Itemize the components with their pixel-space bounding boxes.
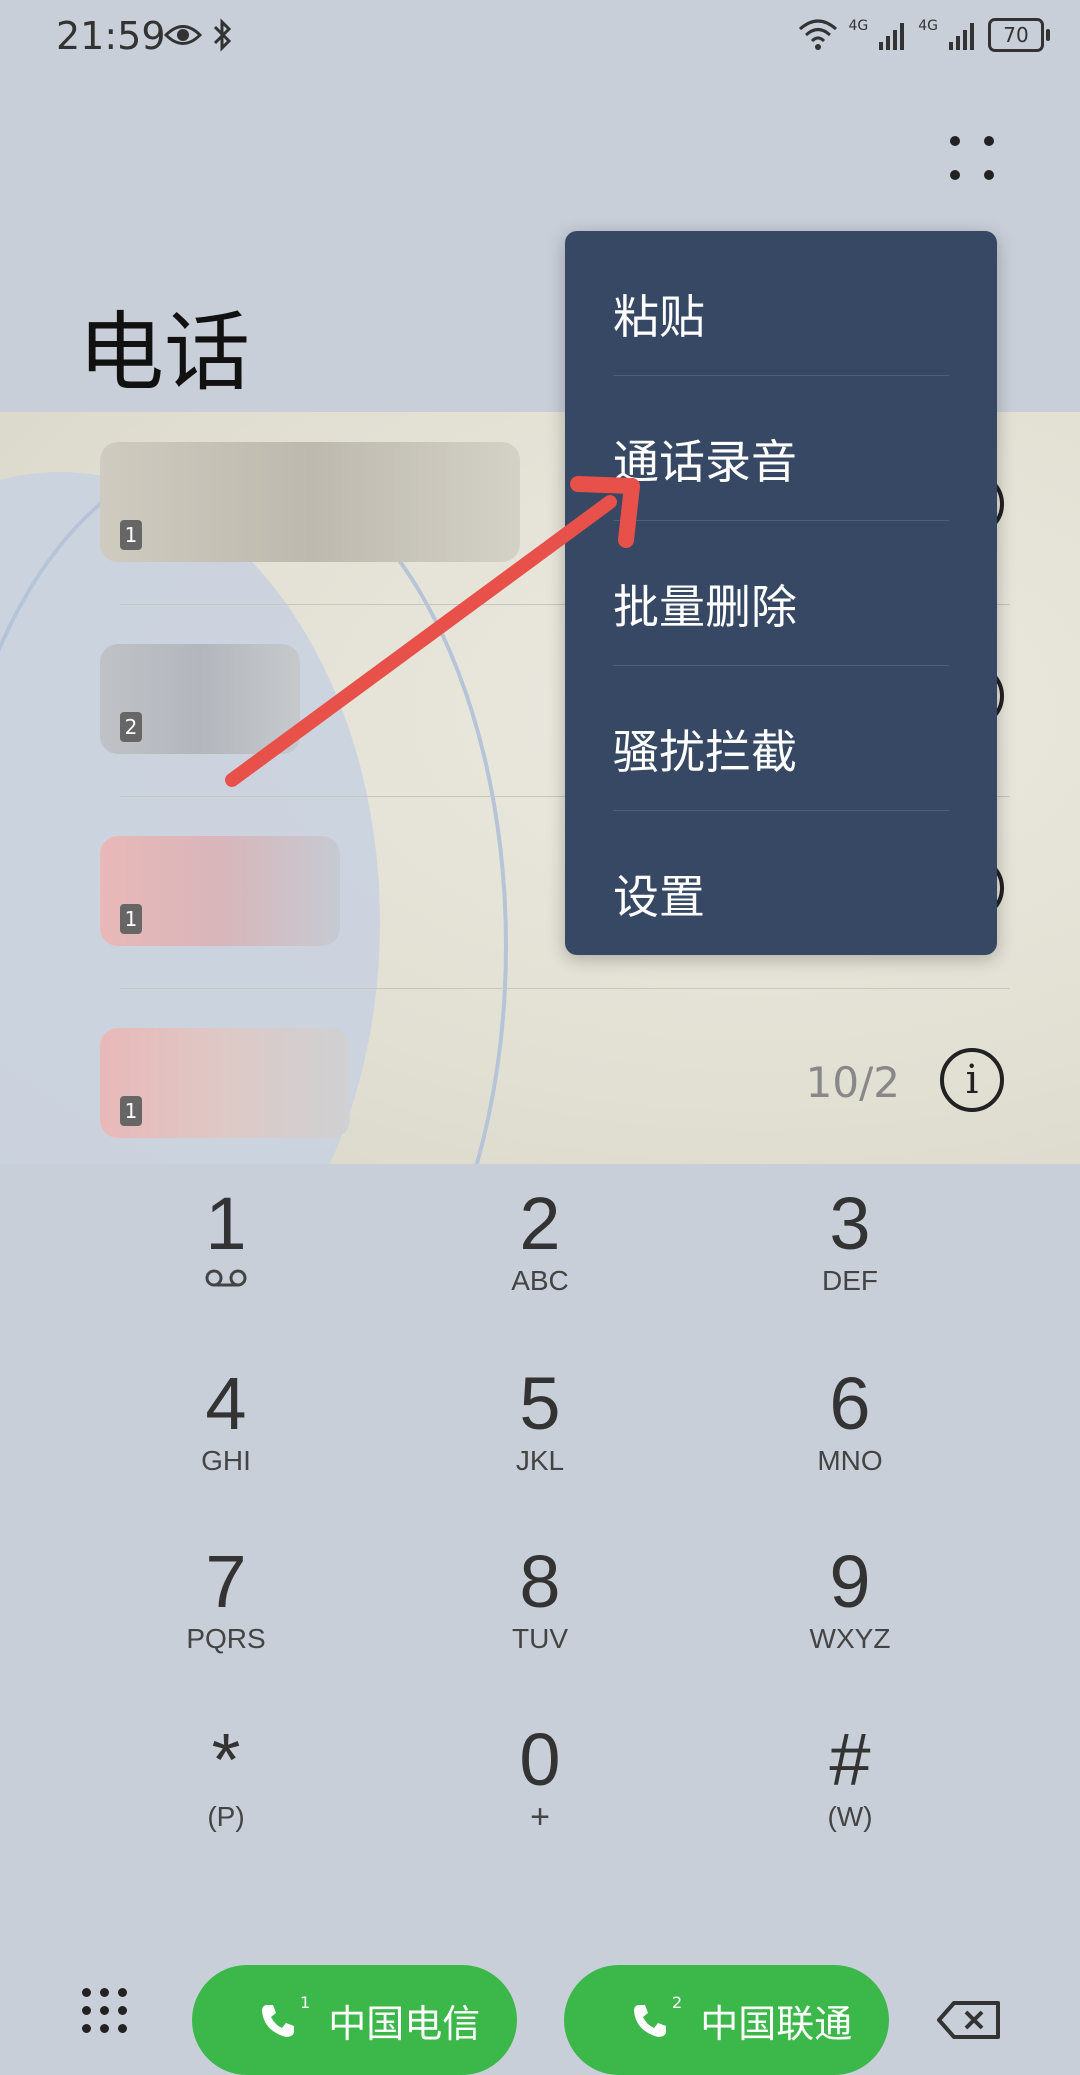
- key-0[interactable]: 0 +: [390, 1700, 690, 1870]
- call-sim2-button[interactable]: 2 中国联通: [564, 1965, 889, 2075]
- call-sub: 1: [120, 904, 142, 934]
- call-log-row[interactable]: 1 10/2: [100, 988, 1010, 1164]
- key-star[interactable]: * (P): [76, 1700, 376, 1870]
- key-6[interactable]: 6 MNO: [700, 1344, 1000, 1514]
- more-dot: [950, 170, 960, 180]
- key-letters: JKL: [515, 1445, 565, 1476]
- menu-item-label: 通话录音: [613, 435, 797, 489]
- network-type-2: 4G: [918, 18, 938, 34]
- call-sim1-content: 1 中国电信: [258, 1993, 480, 2048]
- call-info-icon[interactable]: i: [940, 1048, 1004, 1112]
- key-digit: 1: [205, 1182, 247, 1265]
- status-bar: 21:59 4G 4G 70: [0, 0, 1080, 80]
- call-sub: 1: [120, 1096, 142, 1126]
- dialpad-toggle-icon[interactable]: [82, 1988, 136, 2042]
- call-sim1-button[interactable]: 1 中国电信: [192, 1965, 517, 2075]
- dialpad: 1 2 ABC 3 DEF 4 GHI 5 JKL 6 MNO 7 PQRS 8…: [0, 1164, 1080, 1924]
- redacted-contact: [100, 442, 520, 562]
- menu-item-batch-delete[interactable]: 批量删除: [613, 521, 949, 665]
- key-digit: 3: [829, 1182, 871, 1265]
- menu-item-label: 骚扰拦截: [613, 725, 797, 779]
- battery-icon: 70: [988, 18, 1050, 52]
- backspace-icon[interactable]: [936, 2000, 1002, 2040]
- key-letters: (W): [827, 1801, 873, 1832]
- menu-item-call-recording[interactable]: 通话录音: [613, 376, 949, 520]
- key-digit: 0: [519, 1718, 561, 1801]
- eye-icon: [164, 25, 202, 45]
- page-title: 电话: [78, 303, 250, 403]
- key-letters: ABC: [511, 1265, 569, 1296]
- status-time: 21:59: [56, 14, 166, 58]
- key-5[interactable]: 5 JKL: [390, 1344, 690, 1514]
- key-8[interactable]: 8 TUV: [390, 1522, 690, 1692]
- key-4[interactable]: 4 GHI: [76, 1344, 376, 1514]
- menu-item-spam-block[interactable]: 骚扰拦截: [613, 666, 949, 810]
- call-sim2-label: 中国联通: [700, 2002, 853, 2046]
- menu-item-label: 粘贴: [613, 290, 705, 344]
- key-letters: TUV: [512, 1623, 568, 1654]
- battery-level: 70: [1003, 23, 1029, 47]
- sim-badge: 2: [120, 712, 142, 742]
- menu-item-paste[interactable]: 粘贴: [613, 231, 949, 375]
- key-7[interactable]: 7 PQRS: [76, 1522, 376, 1692]
- key-letters: WXYZ: [809, 1623, 891, 1654]
- key-digit: 6: [829, 1362, 871, 1445]
- key-letters: PQRS: [186, 1623, 266, 1654]
- bluetooth-icon: [213, 18, 232, 52]
- call-date: 10/2: [805, 1058, 900, 1107]
- more-options-button[interactable]: [944, 130, 1004, 190]
- bottom-bar: 1 中国电信 2 中国联通: [0, 1960, 1080, 2075]
- sim-badge: 1: [120, 520, 142, 550]
- signal-icon-2: [949, 23, 974, 50]
- sim-badge: 1: [120, 1096, 142, 1126]
- key-letters: +: [530, 1798, 550, 1836]
- status-icons: 4G 4G 70: [798, 18, 1050, 52]
- menu-item-label: 批量删除: [613, 580, 797, 634]
- key-digit: *: [211, 1718, 241, 1801]
- call-sub: 2: [120, 712, 142, 742]
- signal-icon-1: [879, 23, 905, 50]
- network-type-1: 4G: [848, 18, 869, 34]
- key-letters: GHI: [201, 1445, 251, 1476]
- key-digit: 8: [519, 1540, 561, 1623]
- key-letters: MNO: [817, 1445, 883, 1476]
- sim2-badge: 2: [672, 1993, 683, 2012]
- call-sim2-content: 2 中国联通: [630, 1993, 852, 2048]
- options-menu: 粘贴 通话录音 批量删除 骚扰拦截 设置: [565, 231, 997, 955]
- sim-badge: 1: [120, 904, 142, 934]
- key-digit: 2: [519, 1182, 561, 1265]
- key-digit: 5: [519, 1362, 561, 1445]
- key-3[interactable]: 3 DEF: [700, 1164, 1000, 1334]
- more-dot: [950, 136, 960, 146]
- key-2[interactable]: 2 ABC: [390, 1164, 690, 1334]
- key-9[interactable]: 9 WXYZ: [700, 1522, 1000, 1692]
- sim1-badge: 1: [300, 1993, 311, 2012]
- key-digit: #: [829, 1718, 871, 1801]
- voicemail-icon: [205, 1269, 247, 1287]
- key-1[interactable]: 1: [76, 1164, 376, 1334]
- key-digit: 7: [205, 1540, 247, 1623]
- call-sub: 1: [120, 520, 142, 550]
- key-digit: 9: [829, 1540, 871, 1623]
- more-dot: [984, 170, 994, 180]
- key-digit: 4: [205, 1362, 247, 1445]
- key-letters: DEF: [822, 1265, 878, 1296]
- menu-item-settings[interactable]: 设置: [613, 811, 949, 955]
- call-sim1-label: 中国电信: [328, 2002, 481, 2046]
- menu-item-label: 设置: [613, 870, 705, 924]
- more-dot: [984, 136, 994, 146]
- key-hash[interactable]: # (W): [700, 1700, 1000, 1870]
- key-letters: (P): [207, 1801, 245, 1832]
- wifi-icon: [799, 19, 838, 50]
